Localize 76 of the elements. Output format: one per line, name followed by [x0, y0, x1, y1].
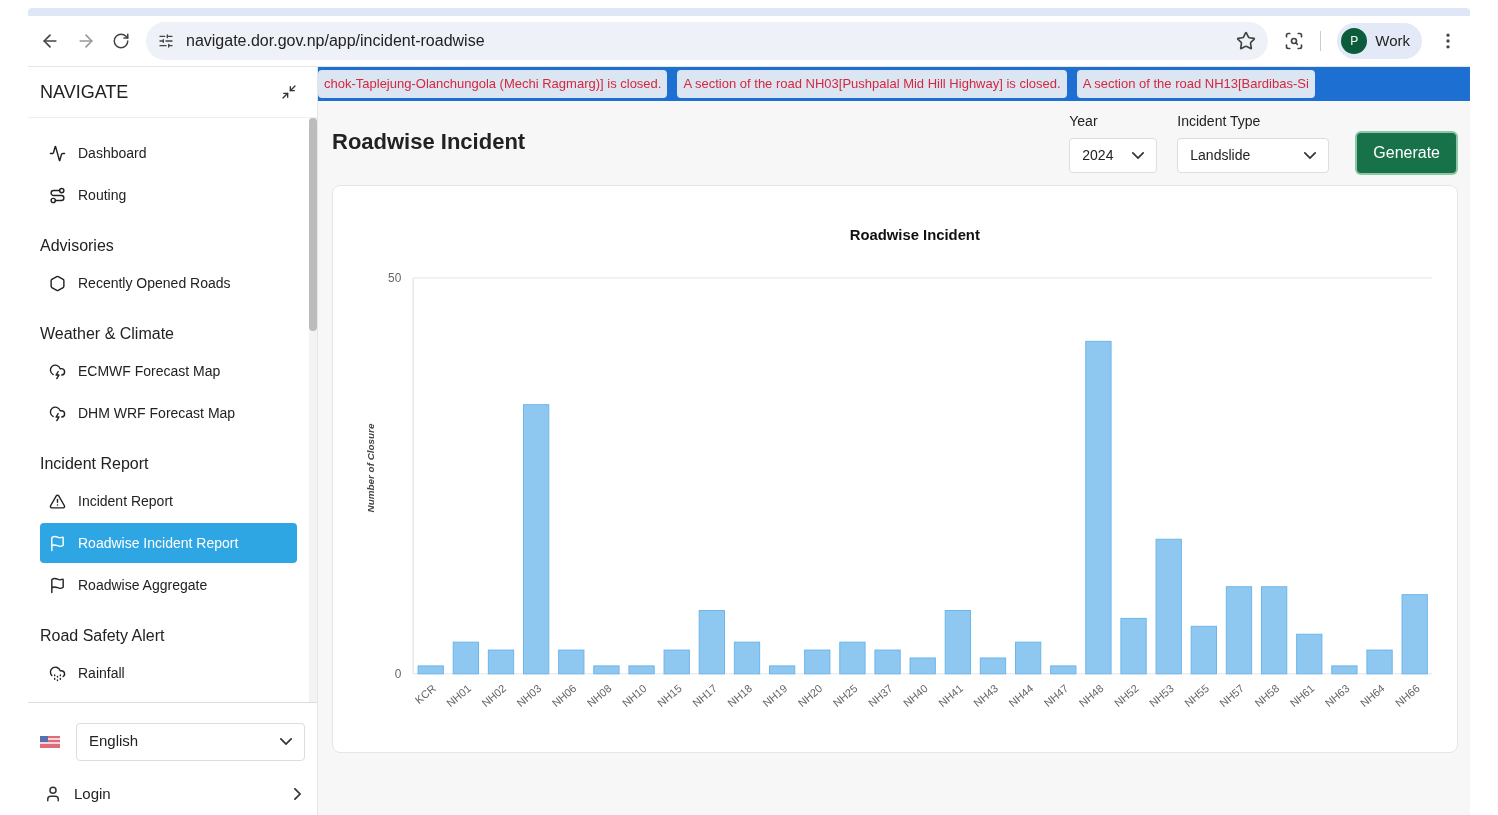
address-bar[interactable]: navigate.dor.gov.np/app/incident-roadwise	[146, 22, 1269, 60]
bar	[663, 649, 690, 674]
nav-item[interactable]: DHM WRF Forecast Map	[40, 393, 297, 433]
bar	[558, 649, 585, 674]
chevron-down-icon	[1132, 151, 1145, 159]
flag-icon	[40, 735, 60, 748]
section-heading: Road Safety Alert	[40, 626, 166, 646]
bar	[1331, 664, 1358, 674]
section-heading: Advisories	[40, 236, 115, 256]
y-tick-label: 0	[394, 666, 402, 681]
profile-button[interactable]: P Work	[1337, 23, 1422, 59]
user-icon	[44, 784, 62, 803]
ticker-message: A section of the road NH03[Pushpalal Mid Hill Highway] is closed.	[677, 70, 1067, 98]
nav-item[interactable]: Roadwise Aggregate	[40, 565, 297, 605]
bar	[487, 649, 515, 674]
site-settings-icon[interactable]	[158, 33, 174, 49]
bar	[979, 657, 1007, 674]
page-title: Roadwise Incident	[332, 128, 527, 156]
nav-item[interactable]: Dashboard	[40, 133, 297, 173]
bar	[1120, 617, 1147, 674]
bar	[804, 649, 831, 674]
cloud-lightning-icon	[49, 404, 66, 422]
ticker-message: chok-Taplejung-Olanchungola (Mechi Ragmarg)] is closed.	[318, 70, 668, 98]
section-heading: Incident Report	[40, 454, 150, 474]
reload-icon[interactable]	[112, 32, 130, 50]
incident-type-select[interactable]: Landslide	[1177, 137, 1330, 173]
collapse-icon[interactable]	[281, 84, 297, 100]
bar	[1050, 664, 1077, 674]
bar	[874, 649, 901, 674]
chevron-right-icon	[294, 787, 301, 800]
url-text: navigate.dor.gov.np/app/incident-roadwise	[186, 31, 485, 51]
bar	[909, 657, 936, 674]
bar	[1296, 633, 1323, 674]
chart-title: Roadwise Incident	[849, 226, 980, 243]
bar	[1366, 649, 1393, 674]
tab-search-icon[interactable]	[1284, 31, 1305, 51]
bar	[628, 664, 655, 674]
login-item[interactable]: Login	[40, 782, 305, 805]
year-label: Year	[1069, 111, 1099, 131]
warning-icon	[49, 492, 66, 510]
bar	[733, 641, 761, 674]
bar	[1190, 625, 1217, 674]
nav-item[interactable]: Routing	[40, 175, 297, 215]
language-select[interactable]: English	[76, 722, 305, 761]
pulse-icon	[49, 144, 66, 162]
bar	[769, 664, 796, 674]
generate-button[interactable]: Generate	[1357, 132, 1456, 173]
y-axis-title: Number of Closure	[364, 423, 376, 512]
cloud-lightning-icon	[49, 362, 66, 380]
profile-name: Work	[1375, 30, 1410, 51]
ticker-message: A section of the road NH13[Bardibas-Si	[1076, 70, 1315, 98]
bar	[839, 641, 866, 674]
route-icon	[49, 186, 66, 204]
bar	[452, 641, 479, 674]
bar	[698, 609, 725, 674]
section-heading: Weather & Climate	[40, 324, 175, 344]
cloud-rain-icon	[49, 664, 66, 682]
app-title: NAVIGATE	[40, 80, 129, 104]
bookmark-star-icon[interactable]	[1236, 31, 1257, 51]
flag-icon	[49, 534, 66, 552]
y-tick-label: 50	[388, 270, 402, 285]
bar	[417, 664, 444, 674]
year-select[interactable]: 2024	[1069, 137, 1158, 173]
chevron-down-icon	[1304, 151, 1317, 159]
nav-item[interactable]: Recently Opened Roads	[40, 263, 297, 303]
nav-item[interactable]: Rainfall	[40, 653, 297, 693]
hexagon-icon	[49, 274, 66, 292]
bar	[593, 664, 620, 674]
bar	[1015, 641, 1042, 674]
incident-type-label: Incident Type	[1177, 111, 1262, 131]
bar	[944, 609, 971, 674]
flag-icon	[49, 576, 66, 594]
profile-avatar: P	[1341, 28, 1368, 54]
nav-item[interactable]: Incident Report	[40, 481, 297, 521]
nav-item[interactable]: ECMWF Forecast Map	[40, 351, 297, 391]
chevron-down-icon	[280, 738, 292, 745]
